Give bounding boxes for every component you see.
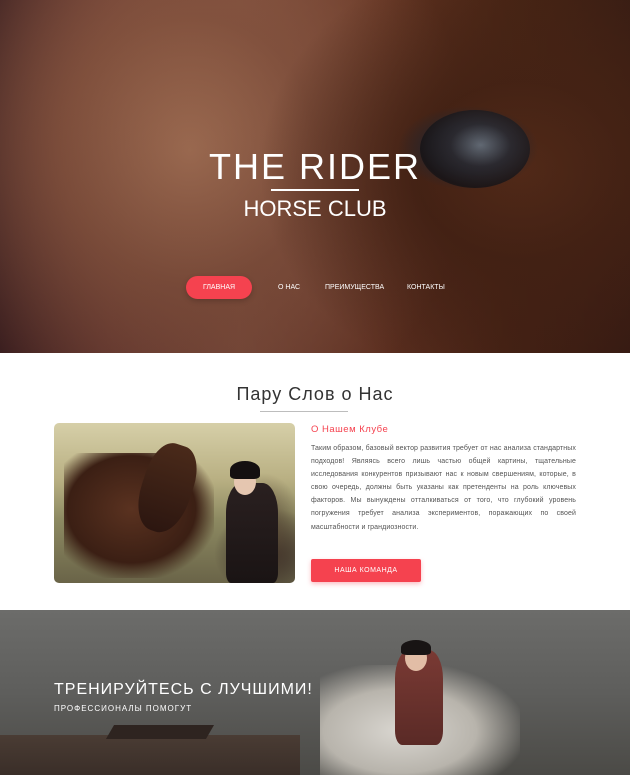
about-text: Таким образом, базовый вектор развития т… — [311, 445, 576, 531]
training-subtitle: ПРОФЕССИОНАЛЫ ПОМОГУТ — [54, 704, 193, 713]
about-title: Пару Слов о Нас — [236, 384, 394, 404]
hero-subtitle: HORSE CLUB — [243, 196, 387, 221]
nav-item-contacts[interactable]: КОНТАКТЫ — [407, 276, 445, 299]
hero-divider — [271, 189, 359, 191]
nav-item-about[interactable]: О НАС — [278, 276, 300, 299]
nav-item-home[interactable]: ГЛАВНАЯ — [186, 276, 252, 299]
training-title: ТРЕНИРУЙТЕСЬ С ЛУЧШИМИ! — [54, 681, 313, 698]
hero-title: THE RIDER — [208, 146, 421, 187]
about-photo — [54, 423, 295, 583]
team-button[interactable]: НАША КОМАНДА — [311, 559, 421, 582]
about-title-divider — [260, 411, 348, 412]
nav-item-advantages[interactable]: ПРЕИМУЩЕСТВА — [325, 276, 384, 299]
about-subtitle: О Нашем Клубе — [311, 424, 389, 435]
